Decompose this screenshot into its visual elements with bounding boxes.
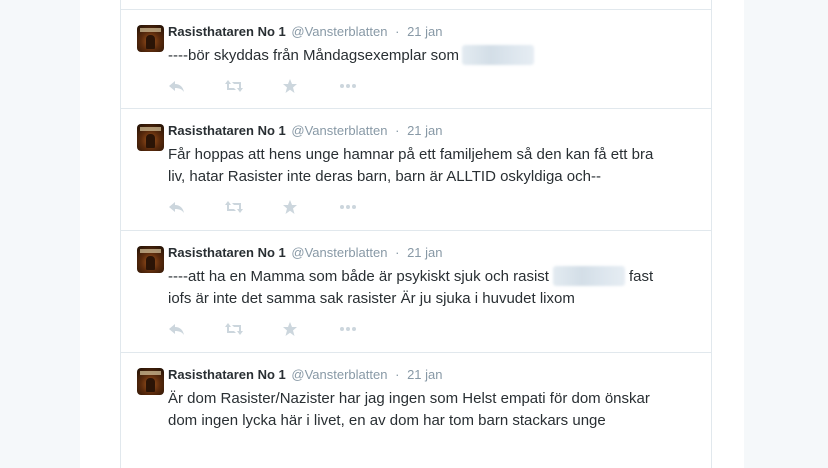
user-name[interactable]: Rasisthataren No 1 — [168, 245, 286, 260]
tweet-text-line: ----bör skyddas från Måndagsexemplar som — [168, 47, 459, 64]
user-name[interactable]: Rasisthataren No 1 — [168, 123, 286, 138]
more-dots-icon[interactable] — [338, 321, 358, 337]
tweet[interactable]: Rasisthataren No 1 @Vansterblatten · 21 … — [121, 353, 711, 468]
tweet[interactable]: Rasisthataren No 1 @Vansterblatten · 21 … — [121, 109, 711, 231]
favorite-star-icon[interactable] — [282, 199, 302, 215]
more-dots-icon[interactable] — [338, 199, 358, 215]
more-dots-icon[interactable] — [338, 78, 358, 94]
separator: · — [395, 24, 400, 39]
tweet-text-line: Är dom Rasister/Nazister har jag ingen s… — [168, 390, 650, 407]
separator: · — [395, 367, 400, 382]
reply-icon[interactable] — [168, 199, 188, 215]
tweet[interactable]: Rasisthataren No 1 @Vansterblatten · 21 … — [121, 231, 711, 353]
user-name[interactable]: Rasisthataren No 1 — [168, 24, 286, 39]
tweet-header: Rasisthataren No 1 @Vansterblatten · 21 … — [168, 23, 442, 41]
tweet-header: Rasisthataren No 1 @Vansterblatten · 21 … — [168, 366, 442, 384]
user-name[interactable]: Rasisthataren No 1 — [168, 367, 286, 382]
avatar[interactable] — [137, 124, 164, 151]
timestamp[interactable]: 21 jan — [407, 123, 442, 138]
tweet-text-line: liv, hatar Rasister inte deras barn, bar… — [168, 168, 601, 185]
redacted-text — [552, 266, 625, 286]
reply-icon[interactable] — [168, 78, 188, 94]
user-handle[interactable]: @Vansterblatten — [291, 245, 387, 260]
tweet[interactable]: Rasisthataren No 1 @Vansterblatten · 21 … — [121, 10, 711, 109]
tweet-text: Är dom Rasister/Nazister har jag ingen s… — [168, 388, 698, 432]
tweet-text-line: iofs är inte det samma sak rasister Är j… — [168, 290, 575, 307]
retweet-icon[interactable] — [224, 199, 244, 215]
tweet-text: Får hoppas att hens unge hamnar på ett f… — [168, 144, 698, 188]
retweet-icon[interactable] — [224, 78, 244, 94]
redacted-text — [461, 45, 534, 65]
separator: · — [395, 245, 400, 260]
tweet-text: ----bör skyddas från Måndagsexemplar som — [168, 45, 698, 67]
favorite-star-icon[interactable] — [282, 321, 302, 337]
tweet-text-line: ----att ha en Mamma som både är psykiskt… — [168, 268, 549, 285]
user-handle[interactable]: @Vansterblatten — [291, 123, 387, 138]
user-handle[interactable]: @Vansterblatten — [291, 24, 387, 39]
separator: · — [395, 123, 400, 138]
tweet-timeline: Rasisthataren No 1 @Vansterblatten · 21 … — [120, 0, 712, 468]
timestamp[interactable]: 21 jan — [407, 245, 442, 260]
timestamp[interactable]: 21 jan — [407, 367, 442, 382]
tweet-text-line: Får hoppas att hens unge hamnar på ett f… — [168, 146, 654, 163]
tweet-header: Rasisthataren No 1 @Vansterblatten · 21 … — [168, 244, 442, 262]
tweet-header: Rasisthataren No 1 @Vansterblatten · 21 … — [168, 122, 442, 140]
avatar[interactable] — [137, 246, 164, 273]
avatar[interactable] — [137, 368, 164, 395]
retweet-icon[interactable] — [224, 321, 244, 337]
tweet-text: ----att ha en Mamma som både är psykiskt… — [168, 266, 698, 310]
user-handle[interactable]: @Vansterblatten — [291, 367, 387, 382]
favorite-star-icon[interactable] — [282, 78, 302, 94]
reply-icon[interactable] — [168, 321, 188, 337]
avatar[interactable] — [137, 25, 164, 52]
timestamp[interactable]: 21 jan — [407, 24, 442, 39]
tweet-text-line: dom ingen lycka här i livet, en av dom h… — [168, 412, 606, 429]
tweet-text-line: fast — [628, 268, 654, 285]
